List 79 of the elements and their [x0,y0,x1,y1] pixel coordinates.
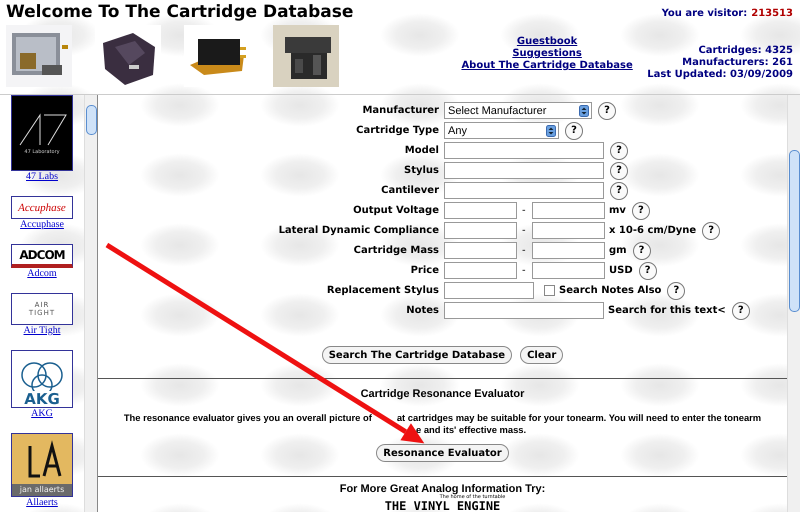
form-button[interactable]: Clear [520,346,564,364]
header-link[interactable]: About The Cartridge Database [461,60,633,72]
brand-link[interactable]: Air Tight [24,325,60,337]
header-link[interactable]: Guestbook [516,36,578,48]
dropdown[interactable]: Any [444,122,559,139]
input-field[interactable] [532,262,605,279]
brand-link[interactable]: Allaerts [26,497,58,509]
input-field[interactable] [444,262,517,279]
brand-logo[interactable]: AKG [11,350,73,408]
field-label: Model [404,145,440,156]
brand-logo[interactable]: jan allaerts [11,433,73,497]
field-label: Cantilever [380,185,440,196]
stat-text: Manufacturers: 261 [681,57,793,69]
help-button[interactable]: ? [598,102,616,120]
help-button[interactable]: ? [610,162,628,180]
input-field[interactable] [444,222,517,239]
spinner-icon [579,104,589,116]
footer-text: For More Great Analog Information Try: [338,483,546,496]
help-button[interactable]: ? [667,282,686,300]
input-field[interactable] [532,242,605,259]
visitor-count: 213513 [751,8,793,19]
brand-logo[interactable]: ADCOM [11,244,73,268]
field-note: Search for this text< [608,305,726,316]
description-text: at cartridges may be suitable for your tonearm. You will need to enter the tonearm [396,412,762,424]
field-label: Manufacturer [361,105,440,116]
description-text: The resonance evaluator gives you an overall picture of [124,412,372,424]
field-label: Cartridge Type [355,125,440,136]
side-scrollbar[interactable] [84,95,97,512]
section-title: Cartridge Resonance Evaluator [360,388,526,400]
range-separator: - [522,245,527,256]
field-label: Stylus [403,165,440,176]
field-label: Price [410,265,440,276]
input-field[interactable] [444,142,604,159]
help-button[interactable]: ? [732,302,750,320]
brand-logo[interactable]: Accuphase [11,196,73,219]
visitor-label: You are visitor: [662,8,748,19]
form-button[interactable]: Search The Cartridge Database [322,346,512,364]
input-field[interactable] [444,162,604,179]
stat-text: Cartridges: 4325 [697,45,793,57]
site-title: Welcome To The Cartridge Database [6,1,354,22]
input-field[interactable] [444,202,517,219]
unit-label: gm [609,245,627,256]
input-field[interactable] [444,182,604,199]
field-label: Lateral Dynamic Compliance [278,225,440,236]
brand-link[interactable]: AKG [31,408,53,420]
help-button[interactable]: ? [702,222,720,240]
help-button[interactable]: ? [610,182,628,200]
range-separator: - [522,205,527,216]
range-separator: - [522,265,527,276]
input-field[interactable] [444,242,517,259]
input-field[interactable] [532,202,605,219]
header-link[interactable]: Suggestions [512,48,582,60]
brand-link[interactable]: Adcom [27,268,57,280]
help-button[interactable]: ? [632,202,650,220]
field-label: Output Voltage [352,205,440,216]
field-label: Notes [405,305,440,316]
input-field[interactable] [532,222,605,239]
range-separator: - [522,225,527,236]
field-label: Replacement Stylus [326,285,440,296]
page-scrollbar[interactable] [787,95,800,512]
unit-label: USD [609,265,633,276]
help-button[interactable]: ? [632,242,651,260]
unit-label: mv [609,205,626,216]
checkbox-label: Search Notes Also [559,285,662,296]
field-label: Cartridge Mass [352,245,440,256]
help-button[interactable]: ? [638,262,657,280]
input-field[interactable] [444,302,604,319]
stat-text: Last Updated: 03/09/2009 [647,69,793,81]
brand-link[interactable]: 47 Labs [26,171,58,183]
checkbox[interactable] [544,285,555,296]
spinner-icon [546,124,556,136]
resonance-button[interactable]: Resonance Evaluator [376,444,509,462]
unit-label: x 10-6 cm/Dyne [609,225,696,236]
description-text: e and its' effective mass. [416,424,526,436]
dropdown[interactable]: Select Manufacturer [444,102,592,119]
input-field[interactable] [444,282,534,299]
help-button[interactable]: ? [565,122,583,140]
help-button[interactable]: ? [610,142,628,160]
brand-link[interactable]: Accuphase [20,219,64,231]
